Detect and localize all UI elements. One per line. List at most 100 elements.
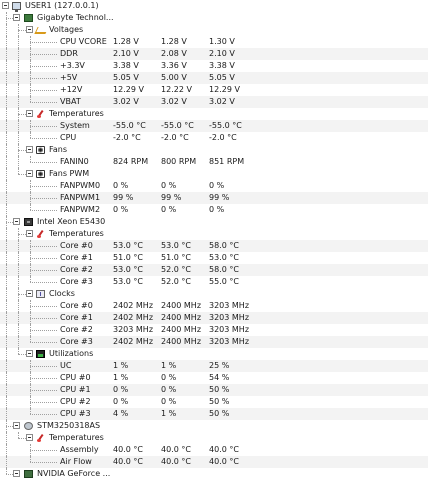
sensor-row-fanin0[interactable]: FANIN0 824 RPM 800 RPM 851 RPM [0, 156, 428, 168]
sensor-row-cpu-3[interactable]: CPU #3 4 % 1 % 50 % [0, 408, 428, 420]
tree-guide-line [18, 36, 19, 48]
tree-node-fans-pwm[interactable]: Fans PWM [0, 168, 428, 180]
sensor-row-cpu-vcore[interactable]: CPU VCORE 1.28 V 1.28 V 1.30 V [0, 36, 428, 48]
sensor-row-5v[interactable]: +5V 5.05 V 5.00 V 5.05 V [0, 72, 428, 84]
collapse-toggle-icon[interactable] [26, 290, 33, 297]
sensor-row-core-2[interactable]: Core #2 3203 MHz 2400 MHz 3203 MHz [0, 324, 428, 336]
sensor-value: 1.28 V [113, 37, 139, 46]
collapse-toggle-icon[interactable] [26, 170, 33, 177]
sensor-row-fanpwm0[interactable]: FANPWM0 0 % 0 % 0 % [0, 180, 428, 192]
sensor-min: 2400 MHz [161, 337, 202, 346]
tree-guide-line [6, 300, 7, 312]
sensor-row-core-1[interactable]: Core #1 51.0 °C 51.0 °C 53.0 °C [0, 252, 428, 264]
sensor-label: Air Flow [60, 457, 92, 466]
sensor-row-vbat[interactable]: VBAT 3.02 V 3.02 V 3.02 V [0, 96, 428, 108]
tree-node-gigabyte-technol[interactable]: Gigabyte Technol... [0, 12, 428, 24]
sensor-value: 2402 MHz [113, 301, 154, 310]
sensor-min: 1 % [161, 409, 177, 418]
sensor-max: 25 % [209, 361, 230, 370]
tree-guide-line [6, 36, 7, 48]
sensor-row-fanpwm2[interactable]: FANPWM2 0 % 0 % 0 % [0, 204, 428, 216]
node-label: Temperatures [49, 229, 104, 238]
tree-guide-line [6, 360, 7, 372]
sensor-value: 40.0 °C [113, 445, 143, 454]
sensor-row-ddr[interactable]: DDR 2.10 V 2.08 V 2.10 V [0, 48, 428, 60]
tree-node-temperatures[interactable]: Temperatures [0, 228, 428, 240]
sensor-max: 2.10 V [209, 49, 235, 58]
sensor-label: Core #1 [60, 253, 93, 262]
sensor-row-uc[interactable]: UC 1 % 1 % 25 % [0, 360, 428, 372]
sensor-max: 50 % [209, 397, 230, 406]
sensor-max: 40.0 °C [209, 457, 239, 466]
sensor-max: 58.0 °C [209, 241, 239, 250]
sensor-min: 12.22 V [161, 85, 192, 94]
sensor-label: CPU #2 [60, 397, 91, 406]
sensor-row-cpu-0[interactable]: CPU #0 1 % 0 % 54 % [0, 372, 428, 384]
collapse-toggle-icon[interactable] [26, 230, 33, 237]
sensor-value: 99 % [113, 193, 134, 202]
sensor-value: 53.0 °C [113, 241, 143, 250]
tree-guide-line [18, 132, 19, 144]
collapse-toggle-icon[interactable] [26, 26, 33, 33]
sensor-row-3-3v[interactable]: +3.3V 3.38 V 3.36 V 3.38 V [0, 60, 428, 72]
sensor-row-air-flow[interactable]: Air Flow 40.0 °C 40.0 °C 40.0 °C [0, 456, 428, 468]
tree-guide-line [6, 288, 7, 300]
tree-node-utilizations[interactable]: Utilizations [0, 348, 428, 360]
collapse-toggle-icon[interactable] [26, 146, 33, 153]
sensor-row-core-2[interactable]: Core #2 53.0 °C 52.0 °C 58.0 °C [0, 264, 428, 276]
sensor-row-core-0[interactable]: Core #0 53.0 °C 53.0 °C 58.0 °C [0, 240, 428, 252]
tree-node-clocks[interactable]: Clocks [0, 288, 428, 300]
sensor-min: 99 % [161, 193, 182, 202]
node-label: NVIDIA GeForce ... [37, 469, 111, 478]
sensor-min: 0 % [161, 373, 177, 382]
tree-node-intel-xeon-e5430[interactable]: Intel Xeon E5430 [0, 216, 428, 228]
sensor-value: 40.0 °C [113, 457, 143, 466]
tree-guide-line [18, 60, 19, 72]
collapse-toggle-icon[interactable] [13, 14, 20, 21]
collapse-toggle-icon[interactable] [26, 110, 33, 117]
sensor-row-12v[interactable]: +12V 12.29 V 12.22 V 12.29 V [0, 84, 428, 96]
collapse-toggle-icon[interactable] [13, 422, 20, 429]
sensor-value: 5.05 V [113, 73, 139, 82]
sensor-min: -2.0 °C [161, 133, 189, 142]
sensor-value: -55.0 °C [113, 121, 146, 130]
sensor-row-system[interactable]: System -55.0 °C -55.0 °C -55.0 °C [0, 120, 428, 132]
tree-node-fans[interactable]: Fans [0, 144, 428, 156]
sensor-max: 40.0 °C [209, 445, 239, 454]
tree-guide-line [6, 384, 7, 396]
tree-guide-line [6, 312, 7, 324]
tree-node-user1-127-0-0-1[interactable]: USER1 (127.0.0.1) [0, 0, 428, 12]
tree-node-temperatures[interactable]: Temperatures [0, 432, 428, 444]
sensor-row-core-3[interactable]: Core #3 53.0 °C 52.0 °C 55.0 °C [0, 276, 428, 288]
sensor-label: CPU #3 [60, 409, 91, 418]
tree-guide-line [6, 48, 7, 60]
collapse-toggle-icon[interactable] [26, 434, 33, 441]
tree-guide-line [6, 180, 7, 192]
sensor-value: 2402 MHz [113, 313, 154, 322]
tree-node-voltages[interactable]: Voltages [0, 24, 428, 36]
sensor-min: 0 % [161, 385, 177, 394]
tree-guide-line [6, 456, 7, 468]
tree-node-nvidia-geforce[interactable]: NVIDIA GeForce ... [0, 468, 428, 480]
sensor-row-cpu[interactable]: CPU -2.0 °C -2.0 °C -2.0 °C [0, 132, 428, 144]
sensor-value: 3.02 V [113, 97, 139, 106]
sensor-max: 3.02 V [209, 97, 235, 106]
collapse-toggle-icon[interactable] [2, 2, 9, 9]
tree-node-temperatures[interactable]: Temperatures [0, 108, 428, 120]
sensor-row-cpu-1[interactable]: CPU #1 0 % 0 % 50 % [0, 384, 428, 396]
sensor-row-assembly[interactable]: Assembly 40.0 °C 40.0 °C 40.0 °C [0, 444, 428, 456]
tree-guide-line [30, 102, 57, 103]
fan-icon [36, 170, 45, 178]
tree-guide-line [30, 270, 57, 271]
collapse-toggle-icon[interactable] [13, 218, 20, 225]
sensor-row-core-3[interactable]: Core #3 2402 MHz 2400 MHz 3203 MHz [0, 336, 428, 348]
collapse-toggle-icon[interactable] [26, 350, 33, 357]
sensor-row-cpu-2[interactable]: CPU #2 0 % 0 % 50 % [0, 396, 428, 408]
sensor-row-fanpwm1[interactable]: FANPWM1 99 % 99 % 99 % [0, 192, 428, 204]
tree-guide-line [6, 144, 7, 156]
tree-node-stm3250318as[interactable]: STM3250318AS [0, 420, 428, 432]
sensor-row-core-1[interactable]: Core #1 2402 MHz 2400 MHz 3203 MHz [0, 312, 428, 324]
collapse-toggle-icon[interactable] [13, 470, 20, 477]
sensor-row-core-0[interactable]: Core #0 2402 MHz 2400 MHz 3203 MHz [0, 300, 428, 312]
sensor-value: 51.0 °C [113, 253, 143, 262]
